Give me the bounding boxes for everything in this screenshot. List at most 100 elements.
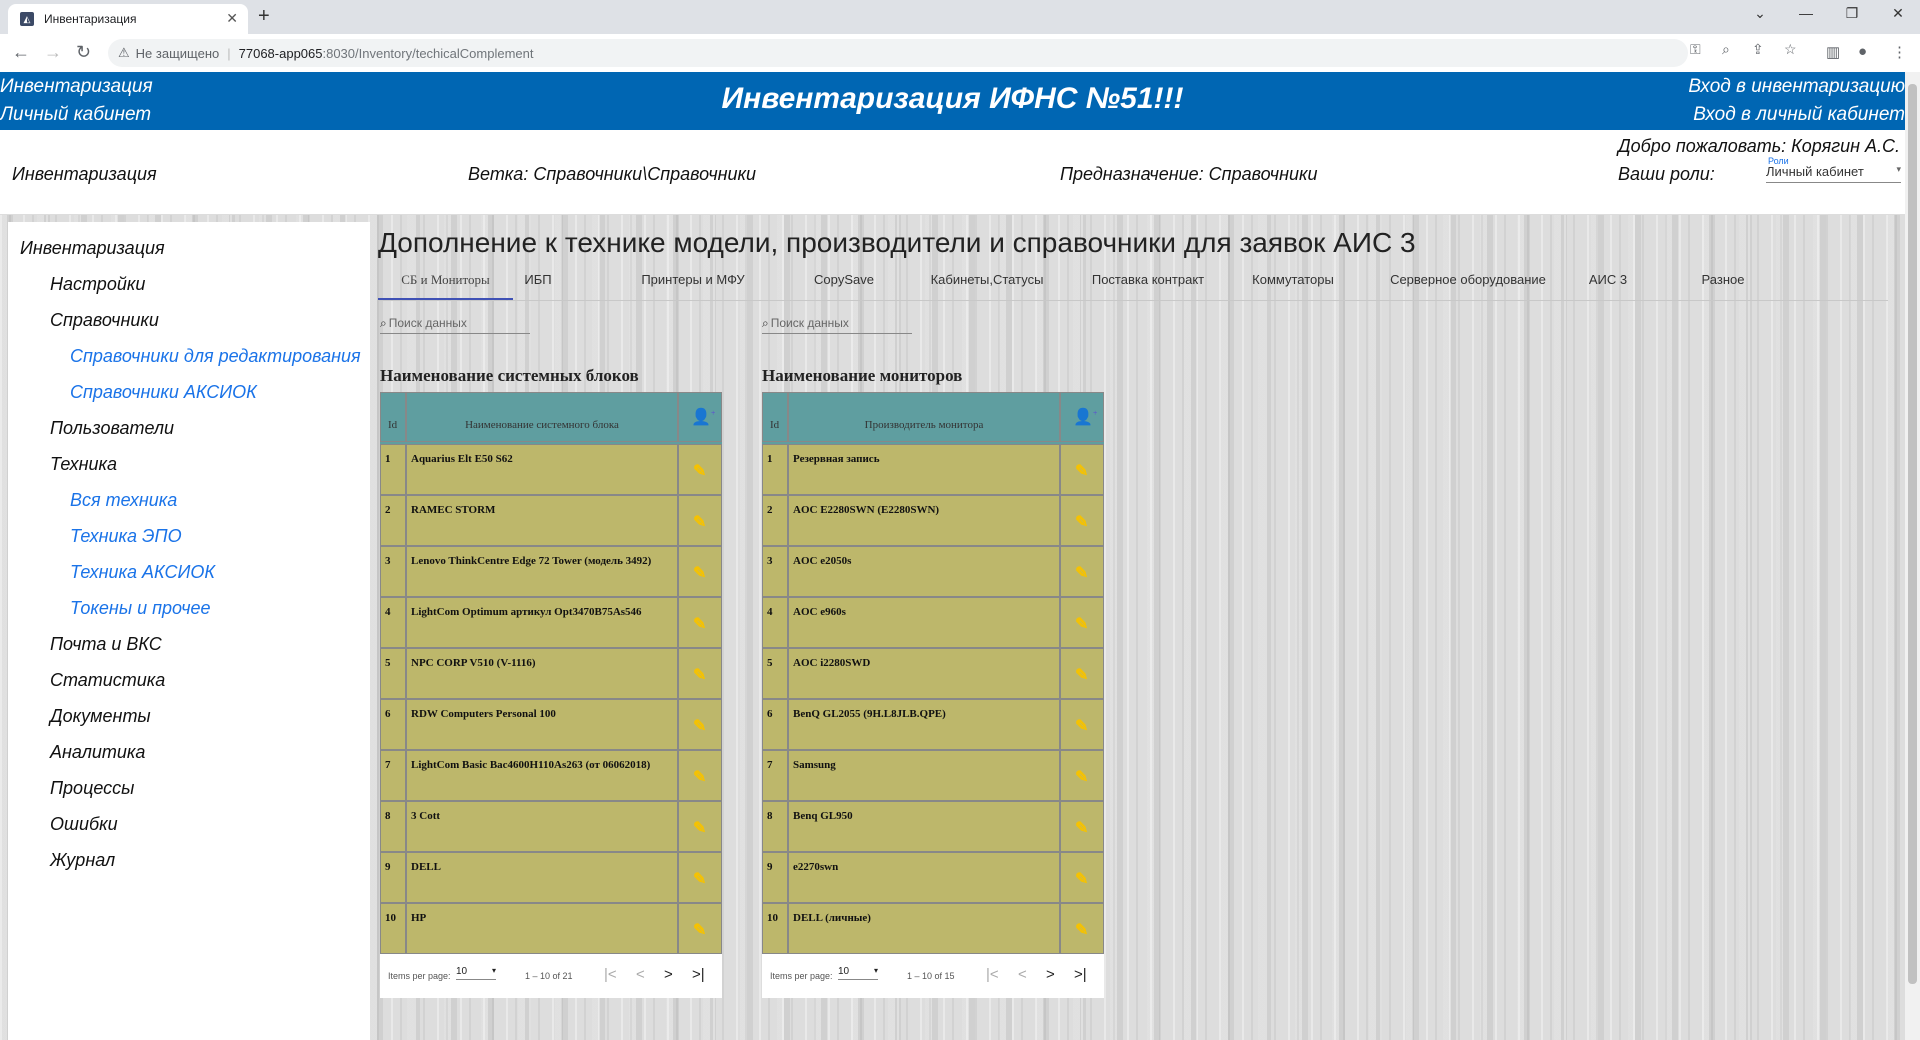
tab[interactable]: Серверное оборудование (1368, 270, 1568, 298)
prev-page-button[interactable]: < (1018, 966, 1027, 983)
prev-page-button[interactable]: < (636, 966, 645, 983)
pencil-icon[interactable]: ✎ (1075, 614, 1088, 634)
pencil-icon[interactable]: ✎ (1075, 818, 1088, 838)
close-window-button[interactable]: ✕ (1878, 5, 1918, 22)
column-header-id[interactable]: Id (380, 392, 406, 442)
sidebar-item[interactable]: Справочники (50, 310, 159, 331)
pencil-icon[interactable]: ✎ (693, 716, 706, 736)
tab[interactable]: Кабинеты,Статусы (917, 270, 1057, 298)
sidebar-item[interactable]: Настройки (50, 274, 145, 295)
sidebar-item[interactable]: Справочники АКСИОК (70, 382, 257, 403)
header-link-login-cabinet[interactable]: Вход в личный кабинет (1693, 104, 1905, 126)
sidebar-item[interactable]: Журнал (50, 850, 115, 871)
column-header-name[interactable]: Наименование системного блока (406, 392, 678, 442)
sidebar-item[interactable]: Справочники для редактирования (70, 346, 361, 367)
browser-tab[interactable]: ◭ Инвентаризация ✕ (8, 4, 248, 34)
column-header-id[interactable]: Id (762, 392, 788, 442)
tab[interactable]: Разное (1678, 270, 1768, 298)
sidebar-item[interactable]: Ошибки (50, 814, 118, 835)
last-page-button[interactable]: >| (1074, 966, 1087, 983)
url-path[interactable]: :8030/Inventory/techicalComplement (322, 46, 533, 61)
warning-icon[interactable]: ⚠ (118, 45, 130, 61)
pencil-icon[interactable]: ✎ (693, 869, 706, 889)
zoom-icon[interactable]: ⌕ (1722, 41, 1730, 58)
column-header-name[interactable]: Производитель монитора (788, 392, 1060, 442)
roles-select[interactable]: Личный кабинет ▾ (1766, 164, 1901, 183)
pencil-icon[interactable]: ✎ (693, 767, 706, 787)
tab[interactable]: ИБП (503, 270, 573, 298)
sidebar-item[interactable]: Техника ЭПО (70, 526, 182, 547)
tab[interactable]: Поставка контракт (1078, 270, 1218, 298)
pencil-icon[interactable]: ✎ (1075, 563, 1088, 583)
sidebar-item[interactable]: Документы (50, 706, 151, 727)
minimize-button[interactable]: — (1786, 5, 1826, 21)
pencil-icon[interactable]: ✎ (693, 818, 706, 838)
first-page-button[interactable]: |< (604, 966, 617, 983)
cell-id: 4 (762, 597, 788, 648)
vertical-scrollbar[interactable] (1905, 72, 1920, 1040)
address-bar[interactable]: ⚠ Не защищено | 77068-app065:8030/Invent… (108, 39, 1688, 67)
sidebar-item[interactable]: Техника (50, 454, 117, 475)
person-add-icon[interactable]: 👤+ (691, 407, 715, 427)
pencil-icon[interactable]: ✎ (693, 614, 706, 634)
sidebar-item[interactable]: Пользователи (50, 418, 174, 439)
paginator: Items per page: 10 ▾ 1 – 10 of 15 |< < > >| (762, 954, 1104, 998)
tab[interactable]: АИС 3 (1568, 270, 1648, 298)
side-panel-icon[interactable]: ▥ (1826, 43, 1840, 61)
tab[interactable]: CopySave (799, 270, 889, 298)
share-icon[interactable]: ⇪ (1752, 41, 1764, 58)
star-icon[interactable]: ☆ (1784, 41, 1797, 58)
sidebar-item[interactable]: Почта и ВКС (50, 634, 162, 655)
person-add-icon[interactable]: 👤+ (1073, 407, 1097, 427)
pencil-icon[interactable]: ✎ (1075, 869, 1088, 889)
sidebar-item[interactable]: Токены и прочее (70, 598, 211, 619)
table-row: 7 LightCom Basic Bac4600H110As263 (от 060… (380, 750, 722, 801)
menu-icon[interactable]: ⋮ (1892, 43, 1907, 61)
pencil-icon[interactable]: ✎ (1075, 920, 1088, 940)
back-button[interactable]: ← (12, 42, 30, 63)
pencil-icon[interactable]: ✎ (693, 461, 706, 481)
search-input[interactable]: ⌕ Поиск данных (380, 316, 530, 334)
sidebar-item[interactable]: Статистика (50, 670, 165, 691)
sidebar-item[interactable]: Инвентаризация (20, 238, 165, 259)
header-link-login-inventory[interactable]: Вход в инвентаризацию (1688, 76, 1905, 98)
tab[interactable]: Коммутаторы (1238, 270, 1348, 298)
tab[interactable]: Принтеры и МФУ (628, 270, 758, 298)
pencil-icon[interactable]: ✎ (693, 512, 706, 532)
close-tab-icon[interactable]: ✕ (226, 10, 238, 27)
pencil-icon[interactable]: ✎ (1075, 665, 1088, 685)
tab-title: Инвентаризация (44, 12, 137, 26)
forward-button[interactable]: → (44, 42, 62, 63)
restore-button[interactable]: ❐ (1832, 5, 1872, 22)
sidebar-item[interactable]: Аналитика (50, 742, 145, 763)
page-size-select[interactable]: 10 ▾ (456, 966, 496, 980)
edit-cell: ✎ (1060, 597, 1104, 648)
pencil-icon[interactable]: ✎ (693, 563, 706, 583)
sidebar-item[interactable]: Техника АКСИОК (70, 562, 215, 583)
cell-id: 4 (380, 597, 406, 648)
scrollbar-thumb[interactable] (1908, 84, 1917, 984)
page-size-select[interactable]: 10 ▾ (838, 966, 878, 980)
profile-avatar-icon[interactable]: ● (1858, 43, 1867, 60)
next-page-button[interactable]: > (1046, 966, 1055, 983)
chevron-down-icon[interactable]: ⌄ (1740, 5, 1780, 22)
pencil-icon[interactable]: ✎ (1075, 767, 1088, 787)
pencil-icon[interactable]: ✎ (1075, 461, 1088, 481)
reload-button[interactable]: ↻ (76, 42, 91, 63)
url-host[interactable]: 77068-app065 (239, 46, 323, 61)
key-icon[interactable]: ⚿ (1690, 41, 1701, 58)
sidebar-item[interactable]: Вся техника (70, 490, 177, 511)
sidebar-item[interactable]: Процессы (50, 778, 134, 799)
cell-id: 8 (762, 801, 788, 852)
first-page-button[interactable]: |< (986, 966, 999, 983)
pencil-icon[interactable]: ✎ (1075, 716, 1088, 736)
pencil-icon[interactable]: ✎ (1075, 512, 1088, 532)
search-input[interactable]: ⌕ Поиск данных (762, 316, 912, 334)
next-page-button[interactable]: > (664, 966, 673, 983)
pencil-icon[interactable]: ✎ (693, 665, 706, 685)
tab[interactable]: СБ и Мониторы (378, 270, 513, 300)
security-label[interactable]: Не защищено (136, 46, 220, 61)
new-tab-button[interactable]: + (258, 5, 270, 28)
last-page-button[interactable]: >| (692, 966, 705, 983)
pencil-icon[interactable]: ✎ (693, 920, 706, 940)
